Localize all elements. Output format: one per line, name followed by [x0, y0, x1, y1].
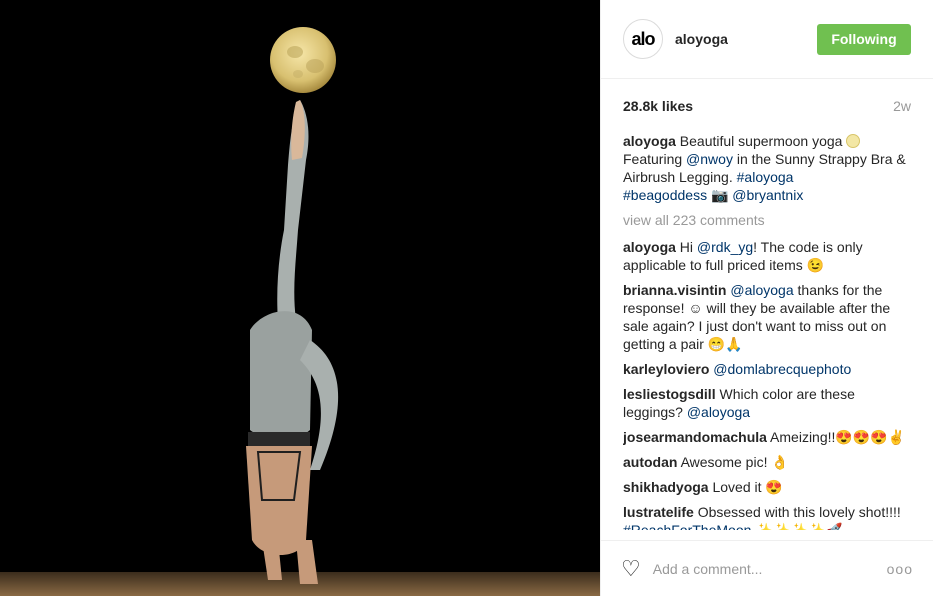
comment-username[interactable]: karleyloviero [623, 361, 709, 377]
add-comment-input[interactable]: Add a comment... [653, 561, 763, 577]
comment-item: josearmandomachula Ameizing!!😍😍😍✌ [623, 428, 913, 446]
comment-mention[interactable]: @rdk_yg [697, 239, 753, 255]
comment-text: Awesome pic! 👌 [677, 454, 789, 470]
post-stats: 28.8k likes 2w [601, 79, 933, 133]
caption: aloyoga Beautiful supermoon yoga Featuri… [623, 132, 913, 204]
comment-username[interactable]: josearmandomachula [623, 429, 767, 445]
comment-username[interactable]: lustratelife [623, 504, 694, 520]
post-sidebar: alo aloyoga Following 28.8k likes 2w alo… [600, 0, 933, 596]
comment-text: Obsessed with this lovely shot!!!! [693, 504, 901, 520]
comment-username[interactable]: brianna.visintin [623, 282, 726, 298]
comment-item: lesliestogsdill Which color are these le… [623, 385, 913, 421]
comment-username[interactable]: aloyoga [623, 239, 676, 255]
post-photo[interactable] [0, 0, 600, 596]
yoga-moon-photo [0, 0, 600, 596]
comment-mention[interactable]: @aloyoga [730, 282, 793, 298]
caption-mention-1[interactable]: @nwoy [686, 151, 733, 167]
comment-item: aloyoga Hi @rdk_yg! The code is only app… [623, 238, 913, 274]
comment-username[interactable]: shikhadyoga [623, 479, 709, 495]
comment-item: lustratelife Obsessed with this lovely s… [623, 503, 913, 530]
comment-item: autodan Awesome pic! 👌 [623, 453, 913, 471]
comment-mention[interactable]: @domlabrecquephoto [713, 361, 851, 377]
more-options-icon[interactable]: ooo [887, 561, 913, 577]
username-link[interactable]: aloyoga [675, 31, 728, 47]
comments-list[interactable]: aloyoga Beautiful supermoon yoga Featuri… [623, 132, 913, 530]
comment-text: ✨✨✨✨🚀 [751, 522, 843, 530]
comment-text: Ameizing!!😍😍😍✌ [766, 429, 906, 445]
avatar[interactable]: alo [623, 19, 663, 59]
likes-count[interactable]: 28.8k likes [623, 98, 693, 114]
comment-mention[interactable]: @aloyoga [687, 404, 750, 420]
comment-item: shikhadyoga Loved it 😍 [623, 478, 913, 496]
comment-text: Hi [675, 239, 697, 255]
avatar-logo-text: alo [631, 28, 655, 49]
comment-username[interactable]: autodan [623, 454, 677, 470]
caption-hashtag-2[interactable]: #beagoddess [623, 187, 707, 203]
post-time[interactable]: 2w [893, 98, 911, 114]
comment-mention[interactable]: #ReachForTheMoon [623, 522, 751, 530]
comment-footer: ♡ Add a comment... ooo [601, 540, 933, 597]
following-button[interactable]: Following [817, 23, 911, 55]
comment-text: Loved it 😍 [708, 479, 783, 495]
comment-username[interactable]: lesliestogsdill [623, 386, 716, 402]
caption-text-2: Featuring [623, 151, 687, 167]
post-header: alo aloyoga Following [601, 0, 933, 79]
caption-mention-2[interactable]: @bryantnix [732, 187, 803, 203]
caption-username[interactable]: aloyoga [623, 133, 676, 149]
caption-text-4: 📷 [707, 187, 733, 203]
comment-item: karleyloviero @domlabrecquephoto [623, 360, 913, 378]
view-all-comments-link[interactable]: view all 223 comments [623, 211, 913, 229]
caption-text-1: Beautiful supermoon yoga [675, 133, 847, 149]
caption-hashtag-1[interactable]: #aloyoga [737, 169, 794, 185]
comment-item: brianna.visintin @aloyoga thanks for the… [623, 281, 913, 353]
heart-icon[interactable]: ♡ [621, 556, 641, 582]
full-moon-icon [846, 134, 861, 148]
